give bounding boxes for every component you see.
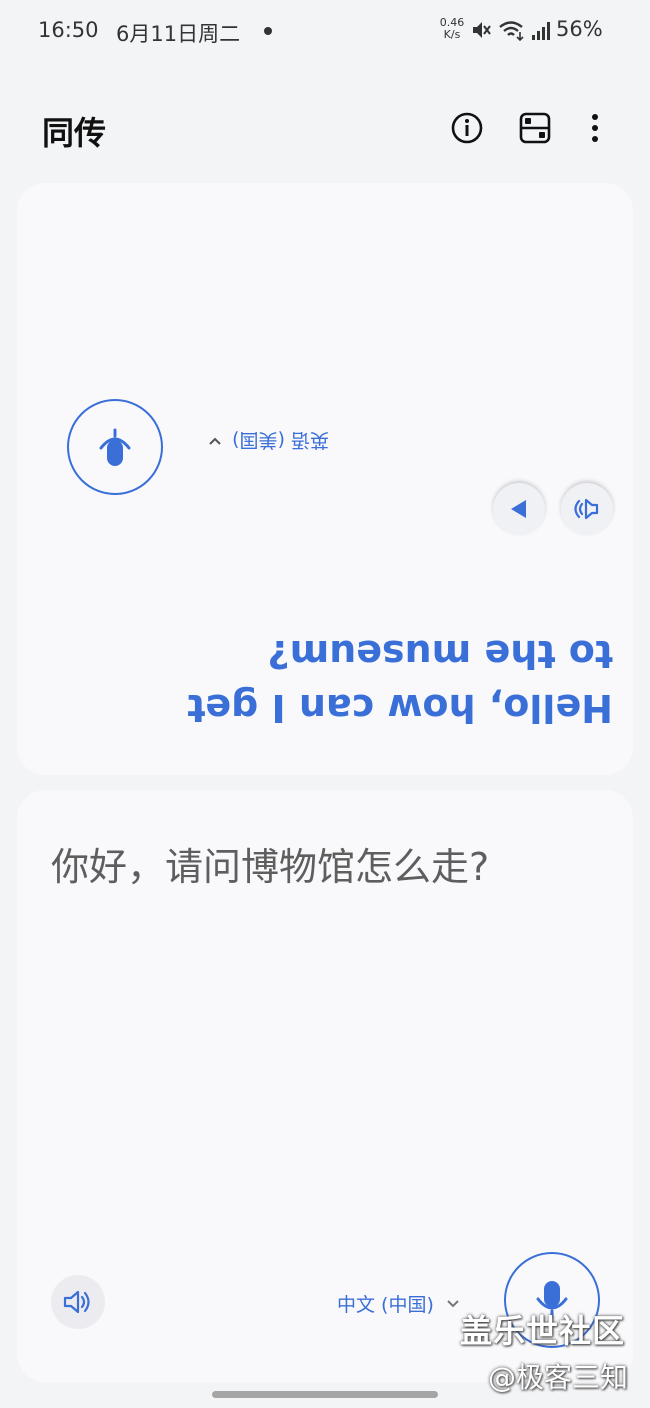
partner-language-selector[interactable]: 英语 (美国) [208, 428, 329, 455]
watermark-author: @极客三知 [488, 1361, 629, 1394]
more-options-button[interactable] [575, 108, 615, 148]
source-text: 你好，请问博物馆怎么走? [51, 845, 490, 889]
status-date: 6月11日周二 [116, 22, 241, 46]
info-icon [451, 112, 483, 144]
network-speed: 0.46 K/s [439, 16, 465, 41]
mute-icon [470, 18, 492, 46]
wifi-icon [498, 18, 526, 46]
more-vert-icon [592, 114, 598, 142]
page-title: 同传 [42, 114, 107, 152]
speaker-icon [63, 1290, 90, 1314]
partner-speaker-button[interactable] [561, 483, 613, 535]
user-language-selector[interactable]: 中文 (中国) [337, 1290, 460, 1317]
signal-icon [530, 18, 552, 46]
partner-play-button[interactable] [493, 483, 545, 535]
user-panel: 你好，请问博物馆怎么走? 中文 (中国) [17, 790, 633, 1382]
partner-language-label: 英语 (美国) [232, 429, 329, 451]
chevron-down-icon [447, 1299, 459, 1307]
partner-mic-button[interactable] [67, 399, 163, 495]
chevron-down-icon [209, 438, 221, 446]
partner-panel: Hello, how can I get to the museum? 英语 (… [17, 183, 633, 775]
watermark-title: 盖乐世社区 [460, 1312, 626, 1350]
status-time: 16:50 [38, 18, 99, 42]
status-bar: 16:50 6月11日周二 0.46 K/s 56% [0, 0, 650, 66]
battery-level: 56% [556, 17, 603, 41]
user-speaker-button[interactable] [51, 1275, 105, 1329]
info-button[interactable] [447, 108, 487, 148]
play-icon [511, 500, 526, 518]
translated-text: Hello, how can I get to the museum? [187, 632, 613, 730]
home-indicator[interactable] [212, 1391, 438, 1398]
user-language-label: 中文 (中国) [337, 1294, 434, 1316]
speaker-icon [574, 498, 599, 520]
partner-panel-rotated: Hello, how can I get to the museum? 英语 (… [17, 183, 633, 775]
mic-icon [99, 428, 131, 466]
layout-icon [519, 112, 551, 144]
notification-dot [264, 27, 272, 35]
layout-button[interactable] [515, 108, 555, 148]
